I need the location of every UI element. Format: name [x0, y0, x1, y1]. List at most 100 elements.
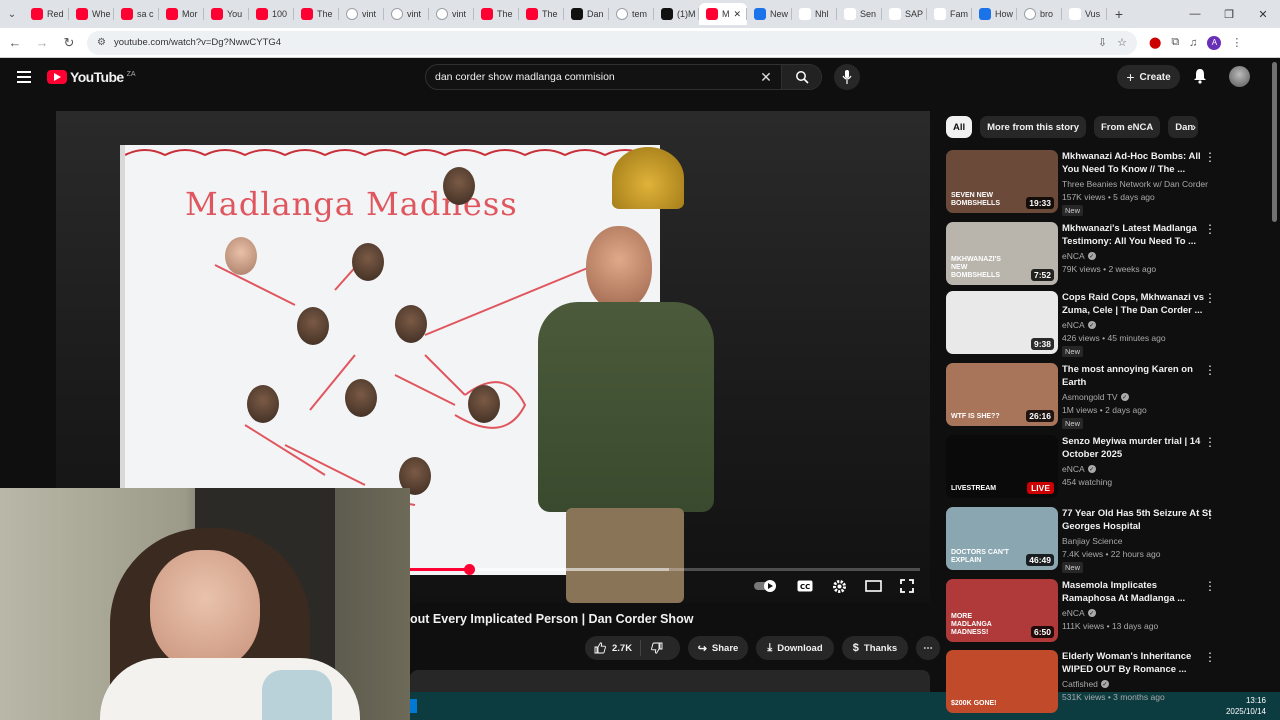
more-options-icon[interactable]: ⋮	[1204, 151, 1216, 163]
taskbar-app-indicator[interactable]	[410, 699, 417, 713]
system-clock[interactable]: 13:16 2025/10/14	[1226, 695, 1266, 717]
more-actions-button[interactable]: ⋯	[916, 636, 940, 660]
filter-chip[interactable]: More from this story	[980, 116, 1086, 138]
fullscreen-button[interactable]	[898, 578, 916, 594]
recommendation-item[interactable]: MKHWANAZI'S NEW BOMBSHELLS 7:52 Mkhwanazi'…	[946, 222, 1226, 288]
channel-name[interactable]: Catfished	[1062, 679, 1098, 689]
browser-tab[interactable]: vint	[429, 3, 474, 25]
browser-tab[interactable]: vint	[339, 3, 384, 25]
recommendation-thumbnail[interactable]: WTF is she?? 26:16	[946, 363, 1058, 426]
browser-tab[interactable]: The	[519, 3, 564, 25]
share-button[interactable]: ↪ Share	[688, 636, 748, 660]
channel-name[interactable]: eNCA	[1062, 251, 1085, 261]
more-options-icon[interactable]: ⋮	[1204, 508, 1216, 520]
channel-name[interactable]: eNCA	[1062, 464, 1085, 474]
url-field[interactable]: ⚙ youtube.com/watch?v=Dg?NwwCYTG4 ⇩ ☆	[87, 30, 1137, 55]
search-button[interactable]	[781, 65, 821, 89]
browser-tab[interactable]: 100	[249, 3, 294, 25]
recommendation-title[interactable]: Mkhwanazi's Latest Madlanga Testimony: A…	[1062, 222, 1212, 248]
guide-menu-icon[interactable]	[17, 71, 31, 83]
recommendation-item[interactable]: SEVEN NEW BOMBSHELLS 19:33 Mkhwanazi Ad-Ho…	[946, 150, 1226, 216]
browser-tab[interactable]: SAP	[882, 3, 927, 25]
browser-tab[interactable]: Whe	[69, 3, 114, 25]
site-info-icon[interactable]: ⚙	[97, 37, 106, 48]
recommendation-title[interactable]: Elderly Woman's Inheritance WIPED OUT By…	[1062, 650, 1212, 676]
autoplay-toggle[interactable]	[754, 578, 780, 594]
recommendation-thumbnail[interactable]: SEVEN NEW BOMBSHELLS 19:33	[946, 150, 1058, 213]
extensions-puzzle-icon[interactable]: ⧉	[1171, 36, 1179, 49]
more-options-icon[interactable]: ⋮	[1204, 364, 1216, 376]
youtube-logo[interactable]: YouTube ZA	[47, 69, 136, 85]
channel-name[interactable]: Three Beanies Network w/ Dan Corder	[1062, 179, 1208, 189]
recommendation-thumbnail[interactable]: 9:38	[946, 291, 1058, 354]
theater-mode-button[interactable]	[864, 578, 882, 594]
install-app-icon[interactable]: ⇩	[1098, 36, 1107, 49]
account-avatar[interactable]	[1229, 66, 1250, 87]
create-button[interactable]: + Create	[1117, 65, 1180, 89]
recommendation-item[interactable]: 9:38 Cops Raid Cops, Mkhwanazi vs Zuma, C…	[946, 291, 1226, 357]
filter-chip[interactable]: All	[946, 116, 973, 138]
forward-button[interactable]: →	[30, 35, 54, 50]
close-tab-icon[interactable]: ✕	[734, 9, 742, 20]
browser-tab[interactable]: Vus	[1062, 3, 1107, 25]
browser-tab[interactable]: M ✕	[699, 3, 747, 25]
recommendation-title[interactable]: 77 Year Old Has 5th Seizure At St George…	[1062, 507, 1212, 533]
channel-name[interactable]: Banjiay Science	[1062, 536, 1122, 546]
browser-tab[interactable]: sa c	[114, 3, 159, 25]
filter-chip[interactable]: From eNCA	[1094, 116, 1161, 138]
profile-avatar[interactable]: A	[1207, 35, 1222, 50]
more-options-icon[interactable]: ⋮	[1204, 223, 1216, 235]
media-controls-icon[interactable]: ♫	[1189, 37, 1197, 49]
bookmark-star-icon[interactable]: ☆	[1117, 36, 1127, 49]
chrome-menu-icon[interactable]: ⋮	[1231, 36, 1242, 49]
browser-tab[interactable]: The	[294, 3, 339, 25]
browser-tab[interactable]: vint	[384, 3, 429, 25]
recommendation-title[interactable]: Cops Raid Cops, Mkhwanazi vs Zuma, Cele …	[1062, 291, 1212, 317]
browser-tab[interactable]: bro	[1017, 3, 1062, 25]
more-options-icon[interactable]: ⋮	[1204, 436, 1216, 448]
new-tab-button[interactable]: +	[1107, 6, 1131, 22]
channel-name[interactable]: Asmongold TV	[1062, 392, 1118, 402]
browser-tab[interactable]: Red	[24, 3, 69, 25]
recommendation-title[interactable]: Senzo Meyiwa murder trial | 14 October 2…	[1062, 435, 1212, 461]
chevron-right-icon[interactable]: ›	[1192, 120, 1196, 134]
notifications-bell-icon[interactable]	[1193, 68, 1207, 89]
browser-tab[interactable]: tem	[609, 3, 654, 25]
browser-tab[interactable]: (1)M	[654, 3, 699, 25]
reload-button[interactable]: ↻	[57, 35, 81, 51]
maximize-button[interactable]: ❐	[1212, 8, 1246, 21]
voice-search-button[interactable]	[834, 64, 860, 90]
recommendation-item[interactable]: DOCTORS CAN'T EXPLAIN 46:49 77 Year Old Ha…	[946, 507, 1226, 573]
recommendation-thumbnail[interactable]: LIVESTREAM LIVE	[946, 435, 1058, 498]
thanks-button[interactable]: $ Thanks	[842, 636, 908, 660]
like-button[interactable]: 2.7K	[585, 640, 642, 656]
browser-tab[interactable]: Nhl	[792, 3, 837, 25]
settings-button[interactable]	[830, 578, 848, 594]
recommendation-item[interactable]: WTF is she?? 26:16 The most annoying Karen…	[946, 363, 1226, 429]
recommendation-thumbnail[interactable]: MKHWANAZI'S NEW BOMBSHELLS 7:52	[946, 222, 1058, 285]
recommendation-thumbnail[interactable]: MORE MADLANGA MADNESS! 6:50	[946, 579, 1058, 642]
browser-tab[interactable]: How	[972, 3, 1017, 25]
adblock-extension-icon[interactable]: ⬤	[1149, 36, 1161, 49]
recommendation-title[interactable]: Masemola Implicates Ramaphosa At Madlang…	[1062, 579, 1212, 605]
scrubber-handle[interactable]	[463, 564, 475, 575]
close-window-button[interactable]: ✕	[1246, 8, 1280, 21]
recommendation-title[interactable]: Mkhwanazi Ad-Hoc Bombs: All You Need To …	[1062, 150, 1212, 176]
browser-tab[interactable]: New	[747, 3, 792, 25]
channel-name[interactable]: eNCA	[1062, 608, 1085, 618]
browser-tab[interactable]: Fam	[927, 3, 972, 25]
tab-search-dropdown[interactable]: ⌄	[0, 0, 24, 28]
recommendation-item[interactable]: MORE MADLANGA MADNESS! 6:50 Masemola Impli…	[946, 579, 1226, 645]
subtitles-button[interactable]: CC	[796, 578, 814, 594]
browser-tab[interactable]: Dan	[564, 3, 609, 25]
more-options-icon[interactable]: ⋮	[1204, 651, 1216, 663]
search-input[interactable]: dan corder show madlanga commision	[426, 71, 751, 83]
minimize-button[interactable]: —	[1178, 8, 1212, 21]
browser-tab[interactable]: You	[204, 3, 249, 25]
browser-tab[interactable]: The	[474, 3, 519, 25]
browser-tab[interactable]: Sen	[837, 3, 882, 25]
recommendation-item[interactable]: LIVESTREAM LIVE Senzo Meyiwa murder trial …	[946, 435, 1226, 501]
more-options-icon[interactable]: ⋮	[1204, 580, 1216, 592]
clear-search-icon[interactable]: ✕	[751, 69, 781, 86]
download-button[interactable]: ⤓ Download	[756, 636, 834, 660]
